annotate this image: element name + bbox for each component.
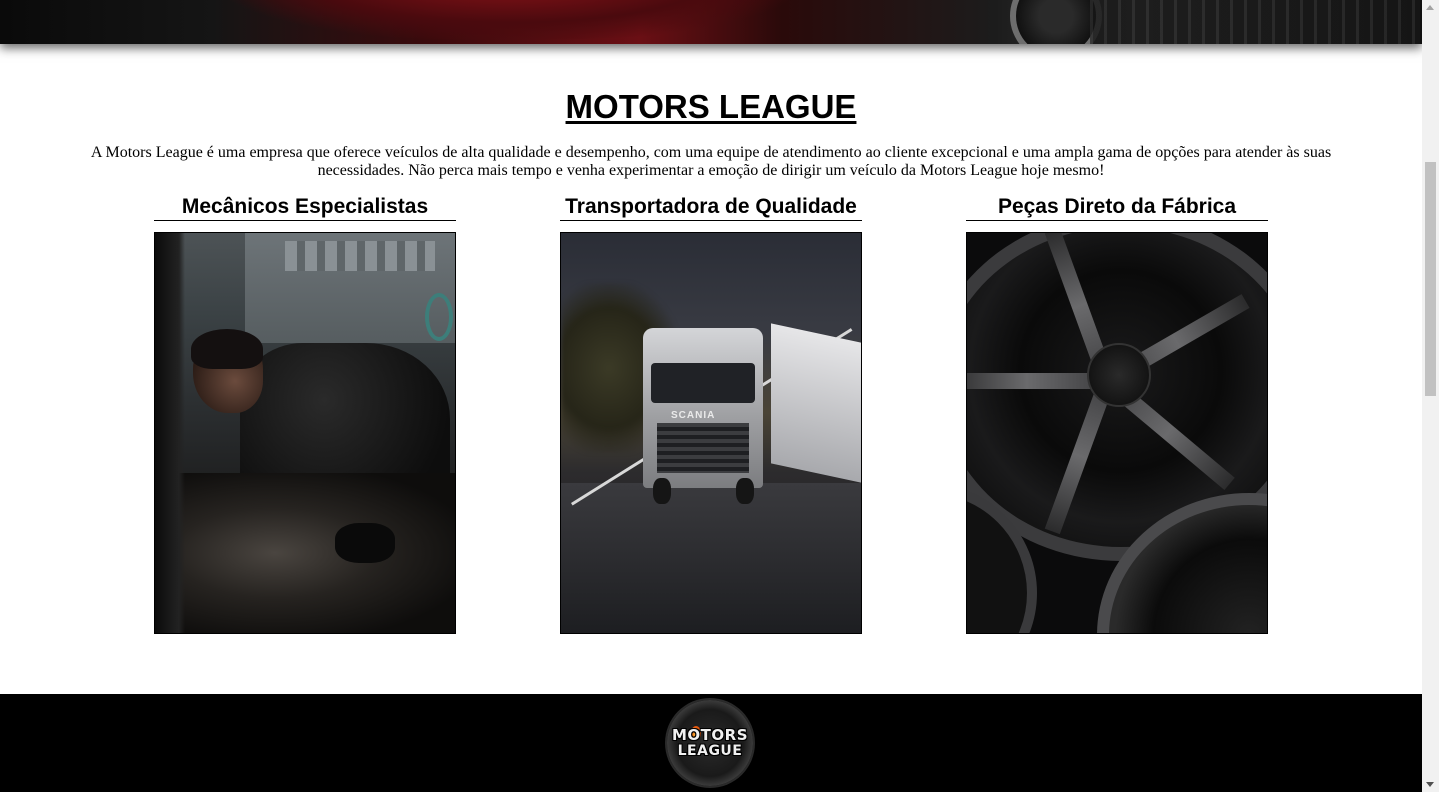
hero-banner-image: [0, 0, 1422, 44]
page-title: MOTORS LEAGUE: [565, 88, 857, 125]
scroll-down-icon[interactable]: [1426, 782, 1434, 787]
logo-text-line1: MOTORS: [671, 726, 748, 744]
truck-photo: SCANIA: [560, 232, 862, 634]
service-card-parts: Peças Direto da Fábrica: [966, 195, 1268, 634]
service-card-title: Mecânicos Especialistas: [154, 195, 456, 221]
motors-league-logo[interactable]: MOTORS LEAGUE: [667, 700, 753, 786]
garage-background-image: [1090, 0, 1420, 44]
logo-text-line2: LEAGUE: [677, 743, 743, 759]
intro-paragraph: A Motors League é uma empresa que oferec…: [90, 144, 1332, 179]
service-card-title: Peças Direto da Fábrica: [966, 195, 1268, 221]
service-card-mechanics: Mecânicos Especialistas: [154, 195, 456, 634]
service-card-title: Transportadora de Qualidade: [560, 195, 862, 221]
scroll-up-icon[interactable]: [1426, 5, 1434, 10]
wheel-rims-photo: [966, 232, 1268, 634]
truck-brand-text: SCANIA: [671, 410, 716, 421]
mechanic-photo: [154, 232, 456, 634]
vertical-scrollbar[interactable]: [1422, 0, 1439, 792]
scrollbar-thumb[interactable]: [1425, 162, 1436, 396]
service-card-transport: Transportadora de Qualidade SCANIA: [560, 195, 862, 634]
red-car-image: [230, 0, 790, 40]
car-wheel-image: [1010, 0, 1102, 44]
